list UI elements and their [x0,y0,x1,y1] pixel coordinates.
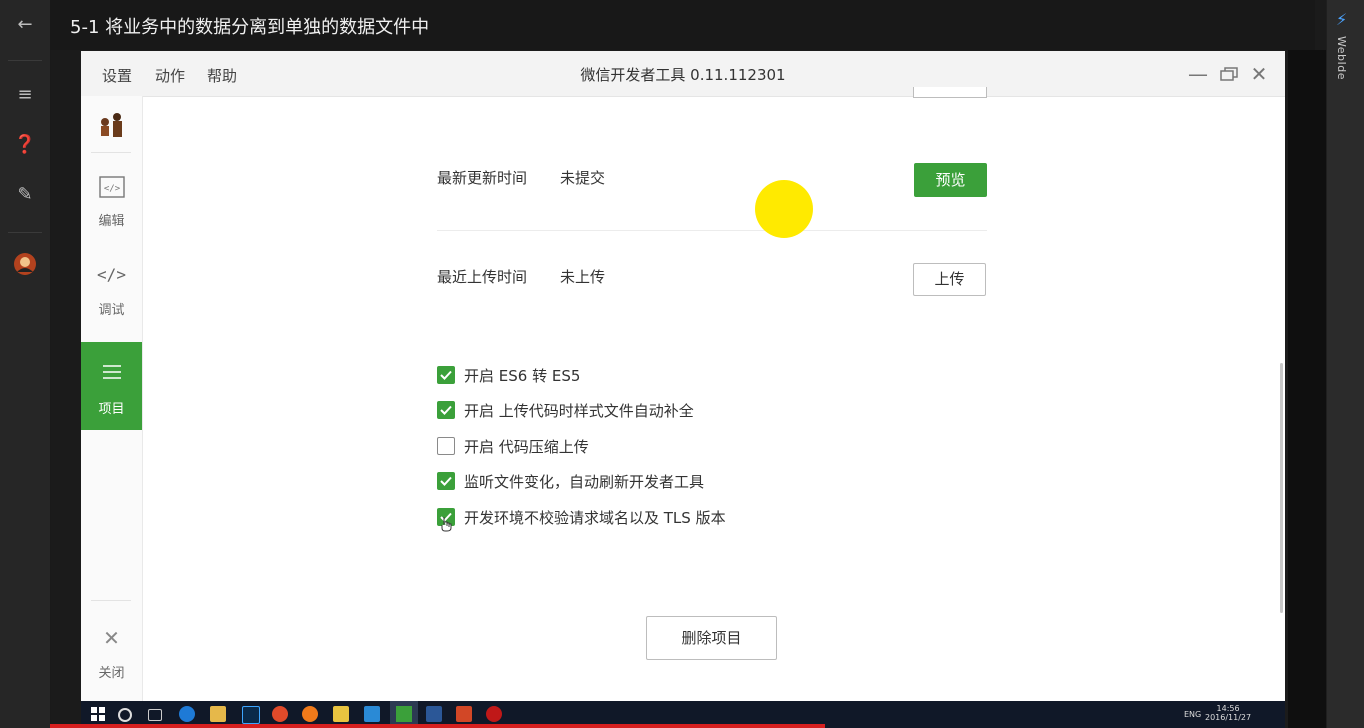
pencil-icon[interactable]: ✎ [10,180,40,210]
sidebar: </> 编辑 </> 调试 项目 ✕ 关闭 [81,96,143,701]
search-icon[interactable] [118,708,132,722]
checkbox-unchecked[interactable] [437,437,455,455]
clock-date: 2016/11/27 [1205,713,1252,722]
cursor-highlight [755,180,813,238]
sidebar-item-debug[interactable]: </> 调试 [81,243,142,331]
input-language[interactable]: ENG [1184,710,1201,719]
lightning-icon: ⚡ [1336,10,1348,29]
sidebar-item-label: 项目 [98,402,125,417]
option-label: 开启 代码压缩上传 [464,438,589,456]
close-window-icon[interactable]: ✕ [1248,63,1270,85]
app-title: 微信开发者工具 0.11.112301 [580,66,786,84]
back-arrow-icon[interactable]: ← [10,10,40,40]
player-left-rail: ← ≡ ❓ ✎ [0,0,51,728]
wechat-devtools-window: 设置 动作 帮助 微信开发者工具 0.11.112301 — ✕ </> 编辑 [81,51,1285,701]
chrome-icon[interactable] [272,706,288,722]
checkbox-checked[interactable] [437,401,455,419]
last-upload-value: 未上传 [560,268,606,286]
task-view-icon[interactable] [148,709,162,721]
sidebar-item-label: 关闭 [98,666,125,681]
previous-button-edge [913,87,987,98]
git-icon[interactable] [333,706,349,722]
sidebar-divider [91,600,131,601]
option-label: 开启 ES6 转 ES5 [464,367,581,385]
content-scrollbar[interactable] [1280,363,1283,613]
menu-lines-icon [81,364,142,384]
webide-side-panel[interactable]: ⚡ WebIde [1326,0,1364,728]
file-explorer-icon[interactable] [210,706,226,722]
code-file-icon: </> [81,176,142,202]
edge-browser-icon[interactable] [179,706,195,722]
sidebar-item-label: 调试 [98,303,125,318]
checkbox-checked[interactable] [437,472,455,490]
option-label: 开启 上传代码时样式文件自动补全 [464,402,694,420]
video-title-bar: 5-1 将业务中的数据分离到单独的数据文件中 [50,0,1315,50]
project-avatar[interactable] [95,108,127,140]
hamburger-menu-icon[interactable]: ≡ [10,80,40,110]
last-upload-label: 最近上传时间 [437,268,528,286]
hand-cursor-icon [441,517,452,532]
last-update-value: 未提交 [560,169,606,187]
checkbox-checked[interactable] [437,366,455,384]
sidebar-item-edit[interactable]: </> 编辑 [81,154,142,242]
delete-project-button[interactable]: 删除项目 [646,616,777,660]
svg-text:</>: </> [103,184,120,194]
window-titlebar: 设置 动作 帮助 微信开发者工具 0.11.112301 — ✕ [81,51,1285,97]
debug-code-icon: </> [97,265,126,284]
user-avatar-icon[interactable] [10,252,40,282]
option-label: 监听文件变化，自动刷新开发者工具 [464,473,705,491]
option-label: 开发环境不校验请求域名以及 TLS 版本 [464,509,726,527]
close-icon: ✕ [103,626,120,650]
video-progress-bar[interactable] [50,724,825,728]
upload-button[interactable]: 上传 [913,263,986,296]
sidebar-item-label: 编辑 [98,214,125,229]
video-letterbox [1288,50,1326,728]
last-update-label: 最新更新时间 [437,169,528,187]
network-app-icon[interactable] [364,706,380,722]
preview-button[interactable]: 预览 [914,163,987,197]
sidebar-divider [91,152,131,153]
windows-start-icon[interactable] [91,706,107,722]
minimize-icon[interactable]: — [1187,63,1209,85]
clock-time: 14:56 [1216,704,1240,713]
video-title: 5-1 将业务中的数据分离到单独的数据文件中 [70,17,430,38]
record-icon[interactable] [486,706,502,722]
sidebar-item-close[interactable]: ✕ 关闭 [81,606,142,694]
row-divider [437,230,987,231]
rail-divider [8,60,42,61]
question-icon[interactable]: ❓ [10,130,40,160]
sidebar-item-project[interactable]: 项目 [81,342,142,430]
maximize-icon[interactable] [1218,63,1240,85]
webide-tab-label[interactable]: WebIde [1335,36,1348,80]
rail-divider [8,232,42,233]
powerpoint-icon[interactable] [456,706,472,722]
word-icon[interactable] [426,706,442,722]
app-icon[interactable] [302,706,318,722]
taskbar-clock[interactable]: 14:56 2016/11/27 [1205,704,1251,722]
photoshop-icon[interactable] [242,706,260,724]
